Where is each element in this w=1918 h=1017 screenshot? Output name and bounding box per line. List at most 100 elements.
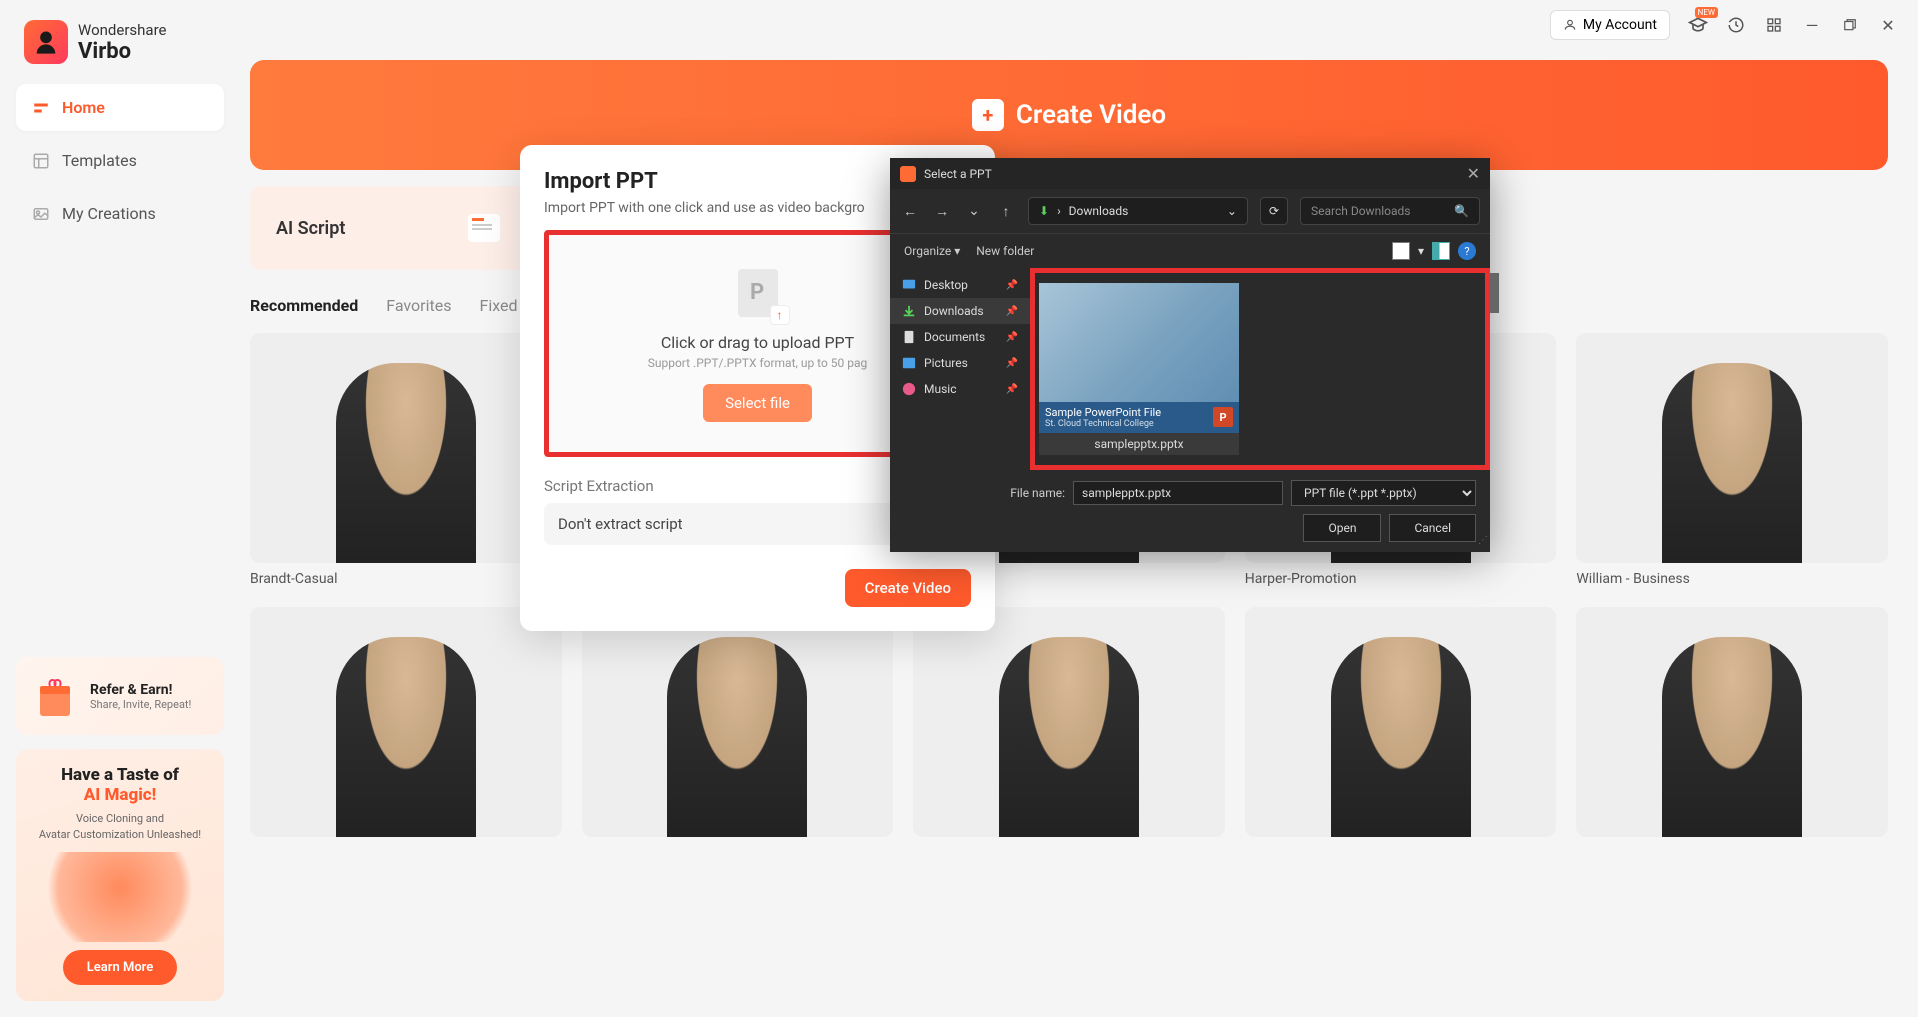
close-icon[interactable]: ✕ — [1878, 15, 1898, 35]
pin-icon: 📌 — [1006, 306, 1018, 317]
powerpoint-badge-icon: P — [1213, 407, 1233, 427]
promo2-artwork — [32, 852, 208, 942]
pin-icon: 📌 — [1006, 332, 1018, 343]
pin-icon: 📌 — [1006, 384, 1018, 395]
sidebar-music[interactable]: Music📌 — [890, 376, 1030, 402]
promo-refer-earn[interactable]: Refer & Earn! Share, Invite, Repeat! — [16, 657, 224, 735]
file-picker-toolbar: Organize ▾ New folder ▾ ? — [890, 234, 1490, 268]
home-icon — [32, 99, 50, 117]
avatar-card[interactable] — [250, 607, 562, 837]
sidebar-pictures[interactable]: Pictures📌 — [890, 350, 1030, 376]
logo-icon — [24, 20, 68, 64]
file-item-samplepptx[interactable]: Sample PowerPoint File St. Cloud Technic… — [1039, 283, 1239, 455]
preview-pane-icon[interactable] — [1432, 242, 1450, 260]
file-picker-nav: ← → ⌄ ↑ ⬇ › Downloads ⌄ ⟳ Search Downloa… — [890, 189, 1490, 234]
new-folder-button[interactable]: New folder — [976, 244, 1034, 258]
graduation-icon[interactable]: NEW — [1688, 15, 1708, 35]
tab-fixed[interactable]: Fixed — [479, 290, 517, 321]
avatar-card[interactable]: William - Business — [1576, 333, 1888, 587]
select-file-button[interactable]: Select file — [703, 384, 812, 422]
view-dropdown-icon[interactable]: ▾ — [1418, 244, 1424, 258]
promo2-s2: Avatar Customization Unleashed! — [39, 828, 201, 841]
sidebar-item-creations[interactable]: My Creations — [16, 190, 224, 237]
create-video-label: Create Video — [1016, 100, 1166, 130]
gift-icon — [30, 671, 80, 721]
sidebar-downloads[interactable]: Downloads📌 — [890, 298, 1030, 324]
script-extraction-value: Don't extract script — [558, 515, 683, 533]
search-input[interactable]: Search Downloads 🔍 — [1300, 197, 1480, 225]
tab-favorites[interactable]: Favorites — [386, 290, 451, 321]
upload-arrow-icon: ↑ — [770, 305, 790, 325]
file-name-label: samplepptx.pptx — [1039, 433, 1239, 455]
my-account-button[interactable]: My Account — [1550, 10, 1670, 40]
file-picker-title: Select a PPT — [924, 167, 992, 181]
titlebar: My Account NEW — ✕ — [0, 0, 1918, 50]
file-picker-sidebar: Desktop📌 Downloads📌 Documents📌 Pictures📌… — [890, 268, 1030, 470]
organize-menu[interactable]: Organize ▾ — [904, 244, 960, 258]
sidebar-desktop[interactable]: Desktop📌 — [890, 272, 1030, 298]
path-bar[interactable]: ⬇ › Downloads ⌄ — [1028, 197, 1248, 225]
create-video-hero[interactable]: + Create Video — [250, 60, 1888, 170]
avatar-name: Brandt-Casual — [250, 571, 562, 587]
promo2-h2: AI Magic! — [32, 785, 208, 805]
nav-forward-icon[interactable]: → — [932, 203, 952, 220]
ai-script-card[interactable]: AI Script — [250, 186, 530, 270]
avatar-name: William - Business — [1576, 571, 1888, 587]
sidebar-documents[interactable]: Documents📌 — [890, 324, 1030, 350]
file-picker-close-icon[interactable]: ✕ — [1467, 164, 1480, 183]
resize-handle-icon[interactable]: ⋰ — [1478, 535, 1488, 546]
learn-more-button[interactable]: Learn More — [63, 950, 177, 985]
open-button[interactable]: Open — [1303, 514, 1381, 542]
ppt-upload-icon: P ↑ — [730, 265, 786, 321]
filename-input[interactable] — [1073, 481, 1283, 505]
chevron-down-icon[interactable]: ⌄ — [1227, 204, 1237, 218]
creations-icon — [32, 205, 50, 223]
path-label: Downloads — [1069, 204, 1129, 218]
scrollbar[interactable] — [1489, 273, 1499, 313]
promo2-s1: Voice Cloning and — [76, 812, 164, 825]
file-picker-app-icon — [900, 166, 916, 182]
maximize-icon[interactable] — [1840, 15, 1860, 35]
file-list-area: Sample PowerPoint File St. Cloud Technic… — [1030, 268, 1490, 470]
new-badge: NEW — [1695, 7, 1718, 18]
create-video-plus-icon: + — [972, 99, 1004, 131]
promo2-h1: Have a Taste of — [32, 765, 208, 785]
create-video-button[interactable]: Create Video — [845, 569, 971, 607]
thumb-subtitle: St. Cloud Technical College — [1045, 419, 1233, 429]
my-account-label: My Account — [1583, 17, 1657, 33]
avatar-card[interactable] — [582, 607, 894, 837]
file-picker-footer: File name: PPT file (*.ppt *.pptx) Open … — [890, 470, 1490, 552]
minimize-icon[interactable]: — — [1802, 15, 1822, 35]
sidebar-item-templates[interactable]: Templates — [16, 137, 224, 184]
help-icon[interactable]: ? — [1458, 242, 1476, 260]
logo-brand: Wondershare — [78, 21, 166, 39]
nav-recent-icon[interactable]: ⌄ — [964, 203, 984, 219]
nav-up-icon[interactable]: ↑ — [996, 203, 1016, 220]
file-picker-dialog: Select a PPT ✕ ← → ⌄ ↑ ⬇ › Downloads ⌄ ⟳… — [890, 158, 1490, 548]
apps-icon[interactable] — [1764, 15, 1784, 35]
history-icon[interactable] — [1726, 15, 1746, 35]
avatar-card[interactable]: Brandt-Casual — [250, 333, 562, 587]
cancel-button[interactable]: Cancel — [1389, 514, 1476, 542]
view-mode-icon[interactable] — [1392, 242, 1410, 260]
pin-icon: 📌 — [1006, 280, 1018, 291]
avatar-card[interactable] — [1245, 607, 1557, 837]
avatar-card[interactable] — [1576, 607, 1888, 837]
sidebar: Wondershare Virbo Home Templates My Crea… — [0, 50, 240, 1017]
file-thumbnail: Sample PowerPoint File St. Cloud Technic… — [1039, 283, 1239, 433]
sidebar-creations-label: My Creations — [62, 204, 156, 223]
ai-script-icon — [464, 208, 504, 248]
promo1-sub: Share, Invite, Repeat! — [90, 698, 191, 711]
filetype-select[interactable]: PPT file (*.ppt *.pptx) — [1291, 480, 1476, 506]
sidebar-item-home[interactable]: Home — [16, 84, 224, 131]
avatar-card[interactable] — [913, 607, 1225, 837]
refresh-icon[interactable]: ⟳ — [1260, 197, 1288, 225]
thumb-title: Sample PowerPoint File — [1045, 406, 1233, 419]
promo1-title: Refer & Earn! — [90, 682, 191, 698]
tab-recommended[interactable]: Recommended — [250, 290, 358, 321]
logo-name: Virbo — [78, 39, 166, 64]
svg-text:P: P — [750, 280, 764, 305]
nav-back-icon[interactable]: ← — [900, 203, 920, 220]
pin-icon: 📌 — [1006, 358, 1018, 369]
ai-script-label: AI Script — [276, 218, 345, 239]
